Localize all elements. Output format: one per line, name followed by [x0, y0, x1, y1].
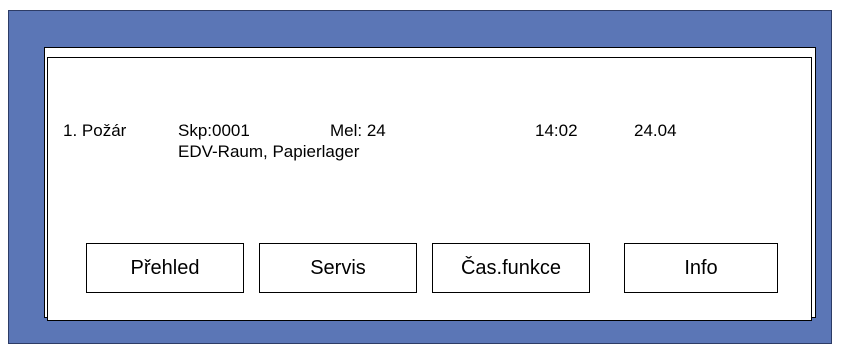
display-screen: 1. Požár Skp:0001 Mel: 24 14:02 24.04 ED…: [47, 57, 812, 321]
alarm-detector: Mel: 24: [330, 121, 386, 140]
info-button[interactable]: Info: [624, 243, 778, 293]
alarm-date: 24.04: [634, 121, 677, 140]
alarm-number: 1. Požár: [63, 121, 127, 140]
overview-button[interactable]: Přehled: [86, 243, 244, 293]
time-functions-button[interactable]: Čas.funkce: [432, 243, 590, 293]
alarm-location: EDV-Raum, Papierlager: [178, 142, 360, 161]
service-button[interactable]: Servis: [259, 243, 417, 293]
alarm-group: Skp:0001: [178, 121, 250, 140]
alarm-time: 14:02: [535, 121, 578, 140]
